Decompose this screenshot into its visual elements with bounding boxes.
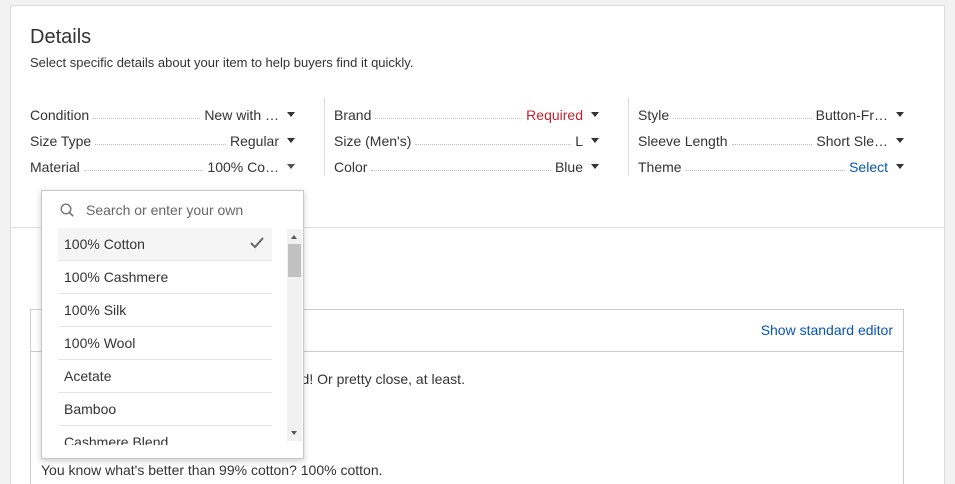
dotted-leader bbox=[731, 144, 813, 145]
field-label: Theme bbox=[638, 159, 682, 175]
field-style[interactable]: Style Button-Fr… bbox=[638, 98, 904, 124]
field-condition[interactable]: Condition New with … bbox=[30, 98, 295, 124]
dropdown-scrollbar[interactable] bbox=[287, 229, 302, 441]
scrollbar-thumb[interactable] bbox=[288, 244, 301, 277]
scroll-down-arrow-icon[interactable] bbox=[291, 431, 297, 435]
field-value[interactable]: Short Sle… bbox=[812, 132, 888, 150]
caret-down-icon[interactable] bbox=[287, 138, 295, 143]
dotted-leader bbox=[95, 144, 226, 145]
option-item[interactable]: 100% Cotton bbox=[58, 228, 272, 261]
caret-down-icon[interactable] bbox=[896, 138, 904, 143]
field-label: Material bbox=[30, 159, 80, 175]
check-icon bbox=[250, 237, 264, 249]
field-label: Brand bbox=[334, 107, 372, 123]
caret-down-icon[interactable] bbox=[896, 164, 904, 169]
details-column-1: Condition New with … Size Type Regular M… bbox=[30, 98, 295, 176]
dotted-leader bbox=[685, 170, 846, 171]
field-brand[interactable]: Brand Required bbox=[334, 98, 599, 124]
options-list: 100% Cotton 100% Cashmere 100% Silk 100%… bbox=[58, 228, 272, 445]
field-value[interactable]: L bbox=[571, 132, 583, 150]
option-label: Acetate bbox=[64, 368, 112, 384]
column-separator bbox=[324, 98, 325, 176]
option-label: 100% Wool bbox=[64, 335, 136, 351]
field-value[interactable]: Required bbox=[522, 106, 583, 124]
caret-down-icon[interactable] bbox=[287, 112, 295, 117]
editor-text-line: orld! Or pretty close, at least. bbox=[286, 371, 465, 387]
option-item[interactable]: 100% Cashmere bbox=[58, 261, 272, 294]
column-separator bbox=[628, 98, 629, 176]
scroll-up-arrow-icon[interactable] bbox=[291, 235, 297, 239]
field-sleeve-length[interactable]: Sleeve Length Short Sle… bbox=[638, 124, 904, 150]
option-label: Bamboo bbox=[64, 401, 117, 417]
option-item[interactable]: Acetate bbox=[58, 360, 272, 393]
option-label: 100% Silk bbox=[64, 302, 127, 318]
dropdown-search bbox=[42, 191, 303, 227]
field-size-mens[interactable]: Size (Men's) L bbox=[334, 124, 599, 150]
field-value[interactable]: Regular bbox=[226, 132, 279, 150]
field-label: Color bbox=[334, 159, 368, 175]
field-value[interactable]: 100% Co… bbox=[203, 158, 279, 176]
option-label: 100% Cashmere bbox=[64, 269, 169, 285]
details-column-2: Brand Required Size (Men's) L Color Blue bbox=[334, 98, 599, 176]
option-item[interactable]: Cashmere Blend bbox=[58, 426, 272, 445]
field-label: Size Type bbox=[30, 133, 92, 149]
field-color[interactable]: Color Blue bbox=[334, 150, 599, 176]
option-label: Cashmere Blend bbox=[64, 434, 169, 445]
field-material[interactable]: Material 100% Co… bbox=[30, 150, 295, 176]
details-column-3: Style Button-Fr… Sleeve Length Short Sle… bbox=[638, 98, 904, 176]
field-size-type[interactable]: Size Type Regular bbox=[30, 124, 295, 150]
section-subtitle: Select specific details about your item … bbox=[30, 55, 414, 70]
caret-down-icon[interactable] bbox=[896, 112, 904, 117]
dotted-leader bbox=[415, 144, 572, 145]
caret-down-icon[interactable] bbox=[591, 164, 599, 169]
option-item[interactable]: 100% Silk bbox=[58, 294, 272, 327]
section-title: Details bbox=[30, 26, 92, 48]
option-item[interactable]: 100% Wool bbox=[58, 327, 272, 360]
field-value[interactable]: Blue bbox=[551, 158, 583, 176]
dotted-leader bbox=[83, 170, 204, 171]
option-item[interactable]: Bamboo bbox=[58, 393, 272, 426]
search-icon bbox=[60, 203, 74, 217]
show-standard-editor-link[interactable]: Show standard editor bbox=[761, 322, 893, 338]
option-label: 100% Cotton bbox=[64, 236, 145, 252]
field-label: Size (Men's) bbox=[334, 133, 412, 149]
caret-down-icon[interactable] bbox=[287, 164, 295, 169]
field-label: Style bbox=[638, 107, 670, 123]
material-dropdown: 100% Cotton 100% Cashmere 100% Silk 100%… bbox=[41, 190, 304, 459]
dotted-leader bbox=[93, 118, 201, 119]
field-value[interactable]: Select bbox=[845, 158, 888, 176]
caret-down-icon[interactable] bbox=[591, 138, 599, 143]
field-label: Condition bbox=[30, 107, 90, 123]
caret-down-icon[interactable] bbox=[591, 112, 599, 117]
field-label: Sleeve Length bbox=[638, 133, 728, 149]
editor-text-line: You know what's better than 99% cotton? … bbox=[41, 462, 383, 478]
dotted-leader bbox=[375, 118, 523, 119]
dotted-leader bbox=[673, 118, 812, 119]
field-theme[interactable]: Theme Select bbox=[638, 150, 904, 176]
search-input[interactable] bbox=[86, 199, 286, 221]
dotted-leader bbox=[371, 170, 551, 171]
field-value[interactable]: Button-Fr… bbox=[812, 106, 888, 124]
field-value[interactable]: New with … bbox=[200, 106, 279, 124]
